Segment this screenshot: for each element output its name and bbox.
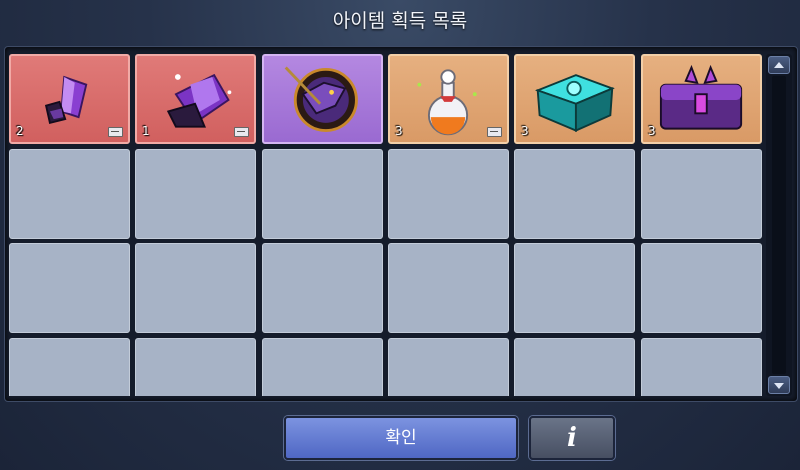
empty-slot[interactable] — [514, 243, 635, 333]
empty-slot[interactable] — [135, 149, 256, 239]
scrollbar[interactable] — [766, 54, 792, 396]
teal-gem-box-icon — [534, 74, 615, 133]
item-slot[interactable]: 2 — [9, 54, 130, 144]
confirm-button[interactable]: 확인 — [284, 416, 518, 460]
bound-tag-icon — [234, 127, 249, 137]
arrow-up-icon — [774, 62, 784, 68]
arrow-down-icon — [774, 383, 784, 389]
empty-slot[interactable] — [641, 338, 762, 396]
item-slot[interactable]: 1 — [135, 54, 256, 144]
empty-slot[interactable] — [514, 338, 635, 396]
empty-slot[interactable] — [9, 149, 130, 239]
empty-slot[interactable] — [135, 243, 256, 333]
scroll-down-button[interactable] — [768, 376, 790, 394]
item-count: 2 — [16, 124, 24, 138]
item-count: 3 — [521, 124, 529, 138]
dragon-emblem-icon — [284, 66, 358, 132]
empty-slot[interactable] — [388, 149, 509, 239]
item-slot[interactable]: 3 — [514, 54, 635, 144]
bound-tag-icon — [487, 127, 502, 137]
empty-slot[interactable] — [641, 243, 762, 333]
window-title: 아이템 획득 목록 — [332, 10, 468, 32]
empty-slot[interactable] — [9, 243, 130, 333]
scroll-up-button[interactable] — [768, 56, 790, 74]
bound-tag-icon — [108, 127, 123, 137]
empty-slot[interactable] — [262, 243, 383, 333]
item-slot[interactable]: 3 — [388, 54, 509, 144]
item-grid: 2 1 3 3 3 — [9, 54, 762, 396]
empty-slot[interactable] — [262, 149, 383, 239]
empty-slot[interactable] — [262, 338, 383, 396]
empty-slot[interactable] — [388, 243, 509, 333]
empty-slot[interactable] — [135, 338, 256, 396]
empty-slot[interactable] — [388, 338, 509, 396]
item-slot[interactable]: 3 — [641, 54, 762, 144]
empty-slot[interactable] — [641, 149, 762, 239]
scroll-track[interactable] — [772, 76, 786, 374]
empty-slot[interactable] — [514, 149, 635, 239]
empty-slot[interactable] — [9, 338, 130, 396]
item-count: 1 — [142, 124, 150, 138]
item-count: 3 — [648, 124, 656, 138]
info-button[interactable]: i — [529, 416, 615, 460]
item-count: 3 — [395, 124, 403, 138]
purple-demon-chest-icon — [659, 64, 743, 130]
item-slot[interactable] — [262, 54, 383, 144]
